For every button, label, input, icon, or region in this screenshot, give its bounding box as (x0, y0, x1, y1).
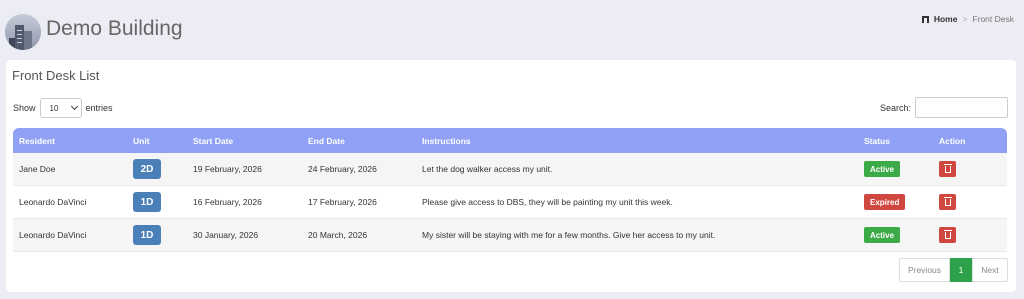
delete-button[interactable] (939, 194, 956, 210)
trash-icon (943, 230, 952, 239)
entries-select-value: 10 (49, 103, 59, 113)
cell-resident: Leonardo DaVinci (19, 197, 87, 207)
status-badge: Active (864, 161, 901, 177)
breadcrumb-home[interactable]: Home (934, 14, 958, 24)
breadcrumb-current: Front Desk (972, 14, 1014, 24)
trash-icon (943, 197, 952, 206)
header-end-date[interactable]: End Date (302, 136, 416, 146)
status-badge: Active (864, 227, 901, 243)
cell-unit: 1D (126, 225, 187, 245)
building-icon (921, 15, 929, 23)
header-action: Action (939, 135, 966, 146)
app-title: Demo Building (46, 17, 183, 40)
cell-resident: Leonardo DaVinci (19, 230, 87, 240)
header-instructions[interactable]: Instructions (416, 136, 857, 146)
pagination-previous[interactable]: Previous (899, 258, 950, 282)
cell-unit: 1D (126, 192, 187, 212)
show-label: Show (13, 103, 36, 113)
header-unit[interactable]: Unit (126, 136, 187, 146)
cell-status: Active (857, 227, 932, 243)
entries-select[interactable]: 10 (39, 98, 82, 118)
cell-status: Expired (857, 194, 932, 210)
cell-action (932, 227, 1007, 243)
unit-badge: 1D (133, 225, 161, 245)
pagination-page-current[interactable]: 1 (950, 258, 972, 282)
delete-button[interactable] (939, 161, 956, 177)
building-logo-icon (5, 14, 41, 50)
cell-action (932, 194, 1007, 210)
cell-start-date: 19 February, 2026 (193, 164, 262, 174)
cell-start-date: 30 January, 2026 (193, 230, 259, 240)
header-resident[interactable]: Resident (13, 136, 126, 146)
search-input[interactable] (915, 97, 1008, 118)
unit-badge: 1D (133, 192, 161, 212)
cell-end-date: 20 March, 2026 (308, 230, 368, 240)
delete-button[interactable] (939, 227, 956, 243)
cell-instructions: Please give access to DBS, they will be … (422, 197, 673, 207)
header-start-date[interactable]: Start Date (187, 136, 302, 146)
breadcrumb: Home > Front Desk (921, 14, 1014, 24)
search-label: Search: (879, 102, 911, 113)
table-row: Leonardo DaVinci 1D 16 February, 2026 17… (13, 186, 1007, 219)
front-desk-card: Front Desk List Show 10 entries Search: … (6, 60, 1016, 292)
chevron-down-icon (70, 102, 78, 111)
front-desk-table: Resident Unit Start Date End Date Instru… (13, 128, 1007, 252)
cell-resident: Jane Doe (19, 164, 56, 174)
entries-length-control: Show 10 entries (13, 98, 113, 118)
status-badge: Expired (864, 194, 906, 210)
cell-end-date: 24 February, 2026 (308, 164, 377, 174)
cell-instructions: Let the dog walker access my unit. (422, 164, 553, 174)
table-row: Leonardo DaVinci 1D 30 January, 2026 20 … (13, 219, 1007, 252)
entries-label: entries (85, 103, 113, 113)
search-control: Search: (880, 97, 1008, 118)
trash-icon (943, 164, 952, 173)
cell-status: Active (857, 161, 932, 177)
header-status[interactable]: Status (857, 136, 932, 146)
cell-instructions: My sister will be staying with me for a … (422, 230, 716, 240)
pagination-next[interactable]: Next (972, 258, 1008, 282)
breadcrumb-separator: > (962, 14, 968, 24)
cell-action (932, 161, 1007, 177)
cell-end-date: 17 February, 2026 (308, 197, 377, 207)
cell-start-date: 16 February, 2026 (193, 197, 262, 207)
cell-unit: 2D (126, 159, 187, 179)
table-row: Jane Doe 2D 19 February, 2026 24 Februar… (13, 153, 1007, 186)
card-title: Front Desk List (12, 68, 100, 83)
table-header-row: Resident Unit Start Date End Date Instru… (13, 128, 1007, 153)
pagination: Previous 1 Next (899, 258, 1008, 282)
unit-badge: 2D (133, 159, 161, 179)
